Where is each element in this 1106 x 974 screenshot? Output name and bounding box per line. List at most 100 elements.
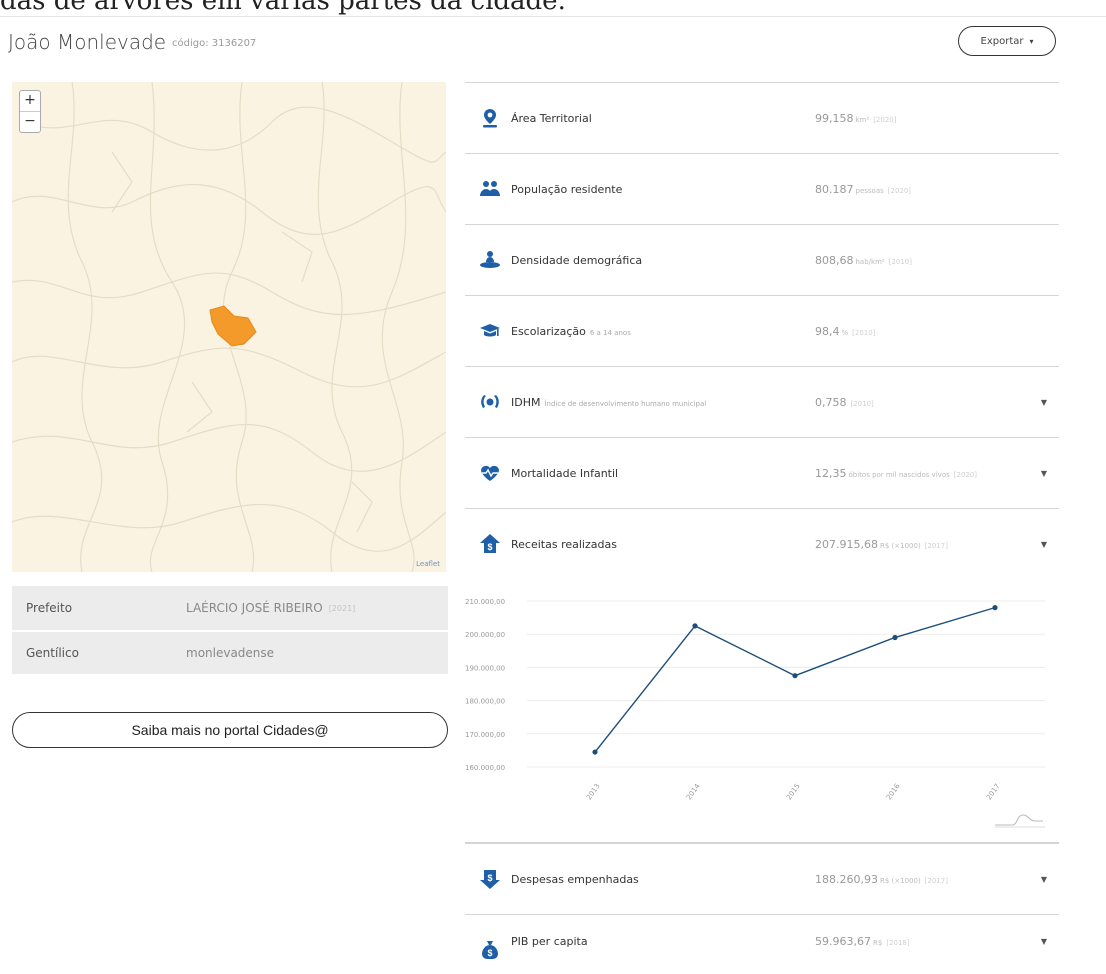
indicator-row[interactable]: IDHM Índice de desenvolvimento humano mun… [465, 366, 1059, 437]
graduation-cap-icon [480, 324, 500, 337]
info-label: Prefeito [26, 601, 73, 615]
indicator-value: 188.260,93 R$ (×1000) [2017] [815, 872, 948, 886]
indicator-label: Mortalidade Infantil [511, 466, 619, 480]
indicators-panel: Área Territorial 99,158 km² [2020] População… [465, 82, 1059, 967]
indicator-unit: R$ (×1000) [879, 876, 921, 885]
indicator-row: Escolarização 6 a 14 anos 98,4% [2010] [465, 295, 1059, 366]
density-icon [480, 251, 500, 268]
info-row-gentilico: Gentílico monlevadense [12, 630, 448, 674]
svg-text:$: $ [487, 948, 492, 958]
y-tick-label: 200.000,00 [465, 631, 505, 639]
range-selector-sparkline [995, 814, 1043, 826]
indicator-year: [2018] [886, 938, 910, 947]
laurel-icon [481, 395, 499, 408]
y-tick-label: 160.000,00 [465, 764, 505, 772]
indicator-row[interactable]: $ Despesas empenhadas 188.260,93 R$ (×1000)… [465, 843, 1059, 914]
x-tick-label: 2017 [985, 782, 1002, 801]
indicator-year: [2017] [924, 876, 948, 885]
indicator-value: 99,158 km² [2020] [815, 111, 897, 125]
svg-text:$: $ [487, 873, 492, 883]
indicator-label: Receitas realizadas [511, 537, 617, 551]
info-value: monlevadense [186, 646, 275, 660]
y-tick-label: 180.000,00 [465, 698, 505, 706]
indicator-value: 12,35 óbitos por mil nascidos vivos [2020] [815, 466, 978, 480]
x-tick-label: 2013 [585, 782, 602, 801]
y-tick-label: 210.000,00 [465, 598, 505, 606]
indicator-row[interactable]: $ PIB per capita 59.963,67 R$ [2018] ▼ [465, 914, 1059, 967]
export-button[interactable]: Exportar ▾ [958, 26, 1056, 56]
indicator-label: IDHM Índice de desenvolvimento humano mun… [511, 395, 707, 409]
indicator-unit: hab/km² [855, 257, 885, 266]
indicator-unit: pessoas [855, 186, 884, 195]
revenue-icon: $ [480, 534, 500, 553]
zoom-out-button[interactable]: − [20, 111, 40, 132]
map-attribution-link[interactable]: Leaflet [416, 560, 440, 568]
indicator-unit: % [841, 328, 849, 337]
y-tick-label: 170.000,00 [465, 731, 505, 739]
zoom-control: + − [19, 90, 41, 133]
partial-text-above: das de árvores em várias partes da cidad… [0, 0, 566, 16]
chevron-down-icon[interactable]: ▼ [1041, 937, 1047, 946]
info-label: Gentílico [26, 646, 79, 660]
indicator-sublabel: Índice de desenvolvimento humano municip… [544, 399, 707, 408]
chevron-down-icon[interactable]: ▼ [1041, 875, 1047, 884]
indicator-unit: km² [855, 115, 870, 124]
municipality-map[interactable]: + − Leaflet [12, 82, 446, 572]
money-bag-icon: $ [482, 941, 498, 959]
chevron-down-icon[interactable]: ▼ [1041, 398, 1047, 407]
info-table: Prefeito LAÉRCIO JOSÉ RIBEIRO [2021] Gen… [12, 586, 448, 674]
chart-svg: 160.000,00 170.000,00 180.000,00 190.000,00… [465, 598, 1045, 828]
expense-icon: $ [480, 870, 500, 889]
svg-text:$: $ [487, 542, 492, 552]
portal-cidades-button[interactable]: Saiba mais no portal Cidades@ [12, 712, 448, 748]
data-point [692, 623, 698, 629]
indicator-value: 207.915,68 R$ (×1000) [2017] [815, 537, 948, 551]
indicator-year: [2010] [850, 399, 874, 408]
indicator-row[interactable]: Mortalidade Infantil 12,35 óbitos por mil … [465, 437, 1059, 508]
indicator-label: Despesas empenhadas [511, 872, 639, 886]
series-line [594, 606, 996, 753]
revenue-chart: 160.000,00 170.000,00 180.000,00 190.000,00… [465, 579, 1059, 843]
divider [0, 16, 1106, 17]
indicator-value: 59.963,67 R$ [2018] [815, 934, 910, 948]
export-label: Exportar [980, 35, 1024, 47]
indicator-year: [2020] [873, 115, 897, 124]
info-year: [2021] [328, 603, 356, 613]
indicator-row: População residente 80.187 pessoas [2020] [465, 153, 1059, 224]
people-icon [480, 181, 500, 196]
indicator-label: Área Territorial [511, 111, 592, 125]
indicator-row: Área Territorial 99,158 km² [2020] [465, 82, 1059, 153]
x-tick-label: 2014 [685, 782, 702, 802]
chevron-down-icon[interactable]: ▼ [1041, 469, 1047, 478]
x-tick-label: 2015 [785, 782, 802, 801]
chevron-down-icon[interactable]: ▼ [1041, 540, 1047, 549]
data-point [792, 673, 798, 679]
indicator-sublabel: 6 a 14 anos [589, 328, 631, 337]
chevron-down-icon: ▾ [1029, 36, 1034, 46]
indicator-year: [2020] [953, 470, 978, 479]
indicator-year: [2017] [924, 541, 948, 550]
y-tick-label: 190.000,00 [465, 664, 505, 672]
data-point [592, 749, 598, 755]
indicator-unit: R$ (×1000) [879, 541, 921, 550]
indicator-value: 0,758 [2010] [815, 395, 874, 409]
indicator-row[interactable]: $ Receitas realizadas 207.915,68 R$ (×1000)… [465, 508, 1059, 579]
city-code: código: 3136207 [172, 38, 257, 49]
page-title: João Monlevade [8, 30, 167, 54]
indicator-year: [2020] [887, 186, 912, 195]
zoom-in-button[interactable]: + [20, 91, 40, 111]
indicator-year: [2010] [888, 257, 912, 266]
indicator-value: 98,4% [2010] [815, 324, 876, 338]
indicator-value: 808,68 hab/km² [2010] [815, 253, 912, 267]
municipality-highlight [209, 305, 257, 347]
data-point [992, 605, 998, 611]
info-value: LAÉRCIO JOSÉ RIBEIRO [186, 601, 323, 615]
indicator-unit: R$ [872, 938, 883, 947]
indicator-label: População residente [511, 182, 623, 196]
indicator-year: [2010] [852, 328, 876, 337]
indicator-label: Escolarização 6 a 14 anos [511, 324, 631, 338]
indicator-value: 80.187 pessoas [2020] [815, 182, 912, 196]
x-tick-label: 2016 [885, 782, 902, 802]
info-row-prefeito: Prefeito LAÉRCIO JOSÉ RIBEIRO [2021] [12, 586, 448, 630]
map-boundaries [12, 82, 446, 572]
